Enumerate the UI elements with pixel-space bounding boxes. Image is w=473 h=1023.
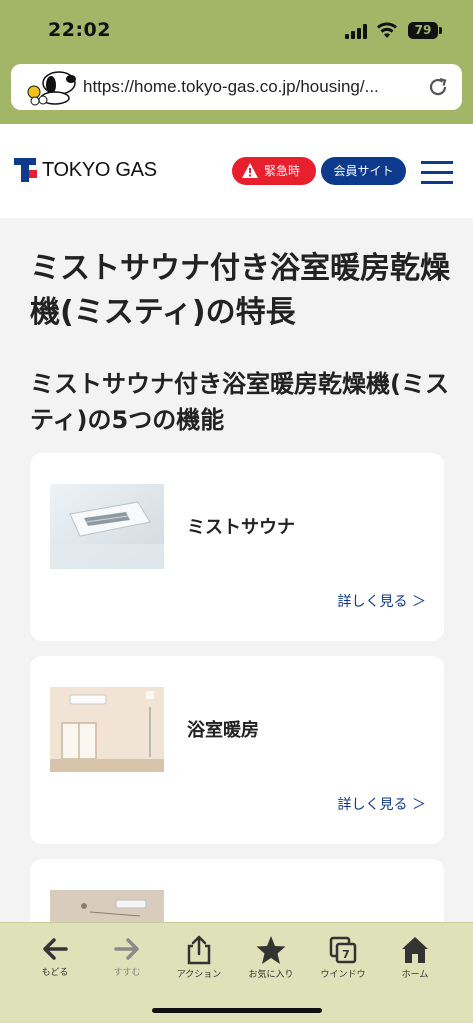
snoopy-icon <box>27 71 76 106</box>
forward-button[interactable]: すすむ <box>97 935 157 978</box>
details-link[interactable]: 詳しく見る ＞ <box>338 794 426 814</box>
share-icon <box>187 935 211 965</box>
window-count: 7 <box>342 948 350 961</box>
page-title: ミストサウナ付き浴室暖房乾燥機(ミスティ)の特長 <box>30 251 450 330</box>
back-arrow-icon <box>43 938 68 960</box>
home-button[interactable]: ホーム <box>385 935 445 980</box>
back-button[interactable]: もどる <box>25 935 85 978</box>
feature-card-bathroom-heating[interactable]: 浴室暖房 詳しく見る ＞ <box>30 656 444 844</box>
site-header: TOKYO GAS 緊急時 会員サイト <box>0 124 473 218</box>
battery-icon: 79 <box>408 22 442 39</box>
url-bar[interactable]: https://home.tokyo-gas.co.jp/housing/... <box>11 64 462 110</box>
windows-label: ウインドウ <box>320 970 366 980</box>
forward-arrow-icon <box>114 938 139 960</box>
hamburger-menu-icon[interactable] <box>421 161 453 184</box>
mist-sauna-image <box>50 484 164 569</box>
action-label: アクション <box>176 970 222 980</box>
home-icon <box>402 937 428 963</box>
windows-button[interactable]: 7 ウインドウ <box>313 935 373 980</box>
forward-label: すすむ <box>113 968 141 978</box>
tokyo-gas-logo[interactable]: TOKYO GAS <box>14 157 159 183</box>
wifi-icon <box>377 22 397 38</box>
member-site-button[interactable]: 会員サイト <box>321 157 406 185</box>
windows-icon: 7 <box>329 936 357 964</box>
emergency-button[interactable]: 緊急時 <box>232 157 316 185</box>
details-link[interactable]: 詳しく見る ＞ <box>338 591 426 611</box>
browser-chrome: 22:02 79 https://home.tokyo-gas.co.jp/ho… <box>0 0 473 124</box>
card-title: 浴室暖房 <box>187 720 259 741</box>
star-icon <box>256 936 286 964</box>
bathroom-heating-image <box>50 687 164 772</box>
home-label: ホーム <box>401 970 429 980</box>
favorites-button[interactable]: お気に入り <box>241 935 301 980</box>
status-time: 22:02 <box>48 19 111 41</box>
home-indicator <box>152 1008 322 1013</box>
favorites-label: お気に入り <box>248 970 294 980</box>
reload-icon[interactable] <box>427 76 449 98</box>
status-bar: 22:02 79 <box>0 0 473 62</box>
warning-icon <box>242 163 258 178</box>
emergency-label: 緊急時 <box>264 164 301 178</box>
action-button[interactable]: アクション <box>169 935 229 980</box>
feature-card-mist-sauna[interactable]: ミストサウナ 詳しく見る ＞ <box>30 453 444 641</box>
section-title: ミストサウナ付き浴室暖房乾燥機(ミスティ)の5つの機能 <box>30 370 449 434</box>
back-label: もどる <box>41 968 69 978</box>
tokyo-gas-logo-icon <box>14 158 37 182</box>
logo-text: TOKYO GAS <box>42 159 157 181</box>
url-text[interactable]: https://home.tokyo-gas.co.jp/housing/... <box>83 77 419 97</box>
card-title: ミストサウナ <box>187 517 295 538</box>
signal-icon <box>345 23 367 39</box>
